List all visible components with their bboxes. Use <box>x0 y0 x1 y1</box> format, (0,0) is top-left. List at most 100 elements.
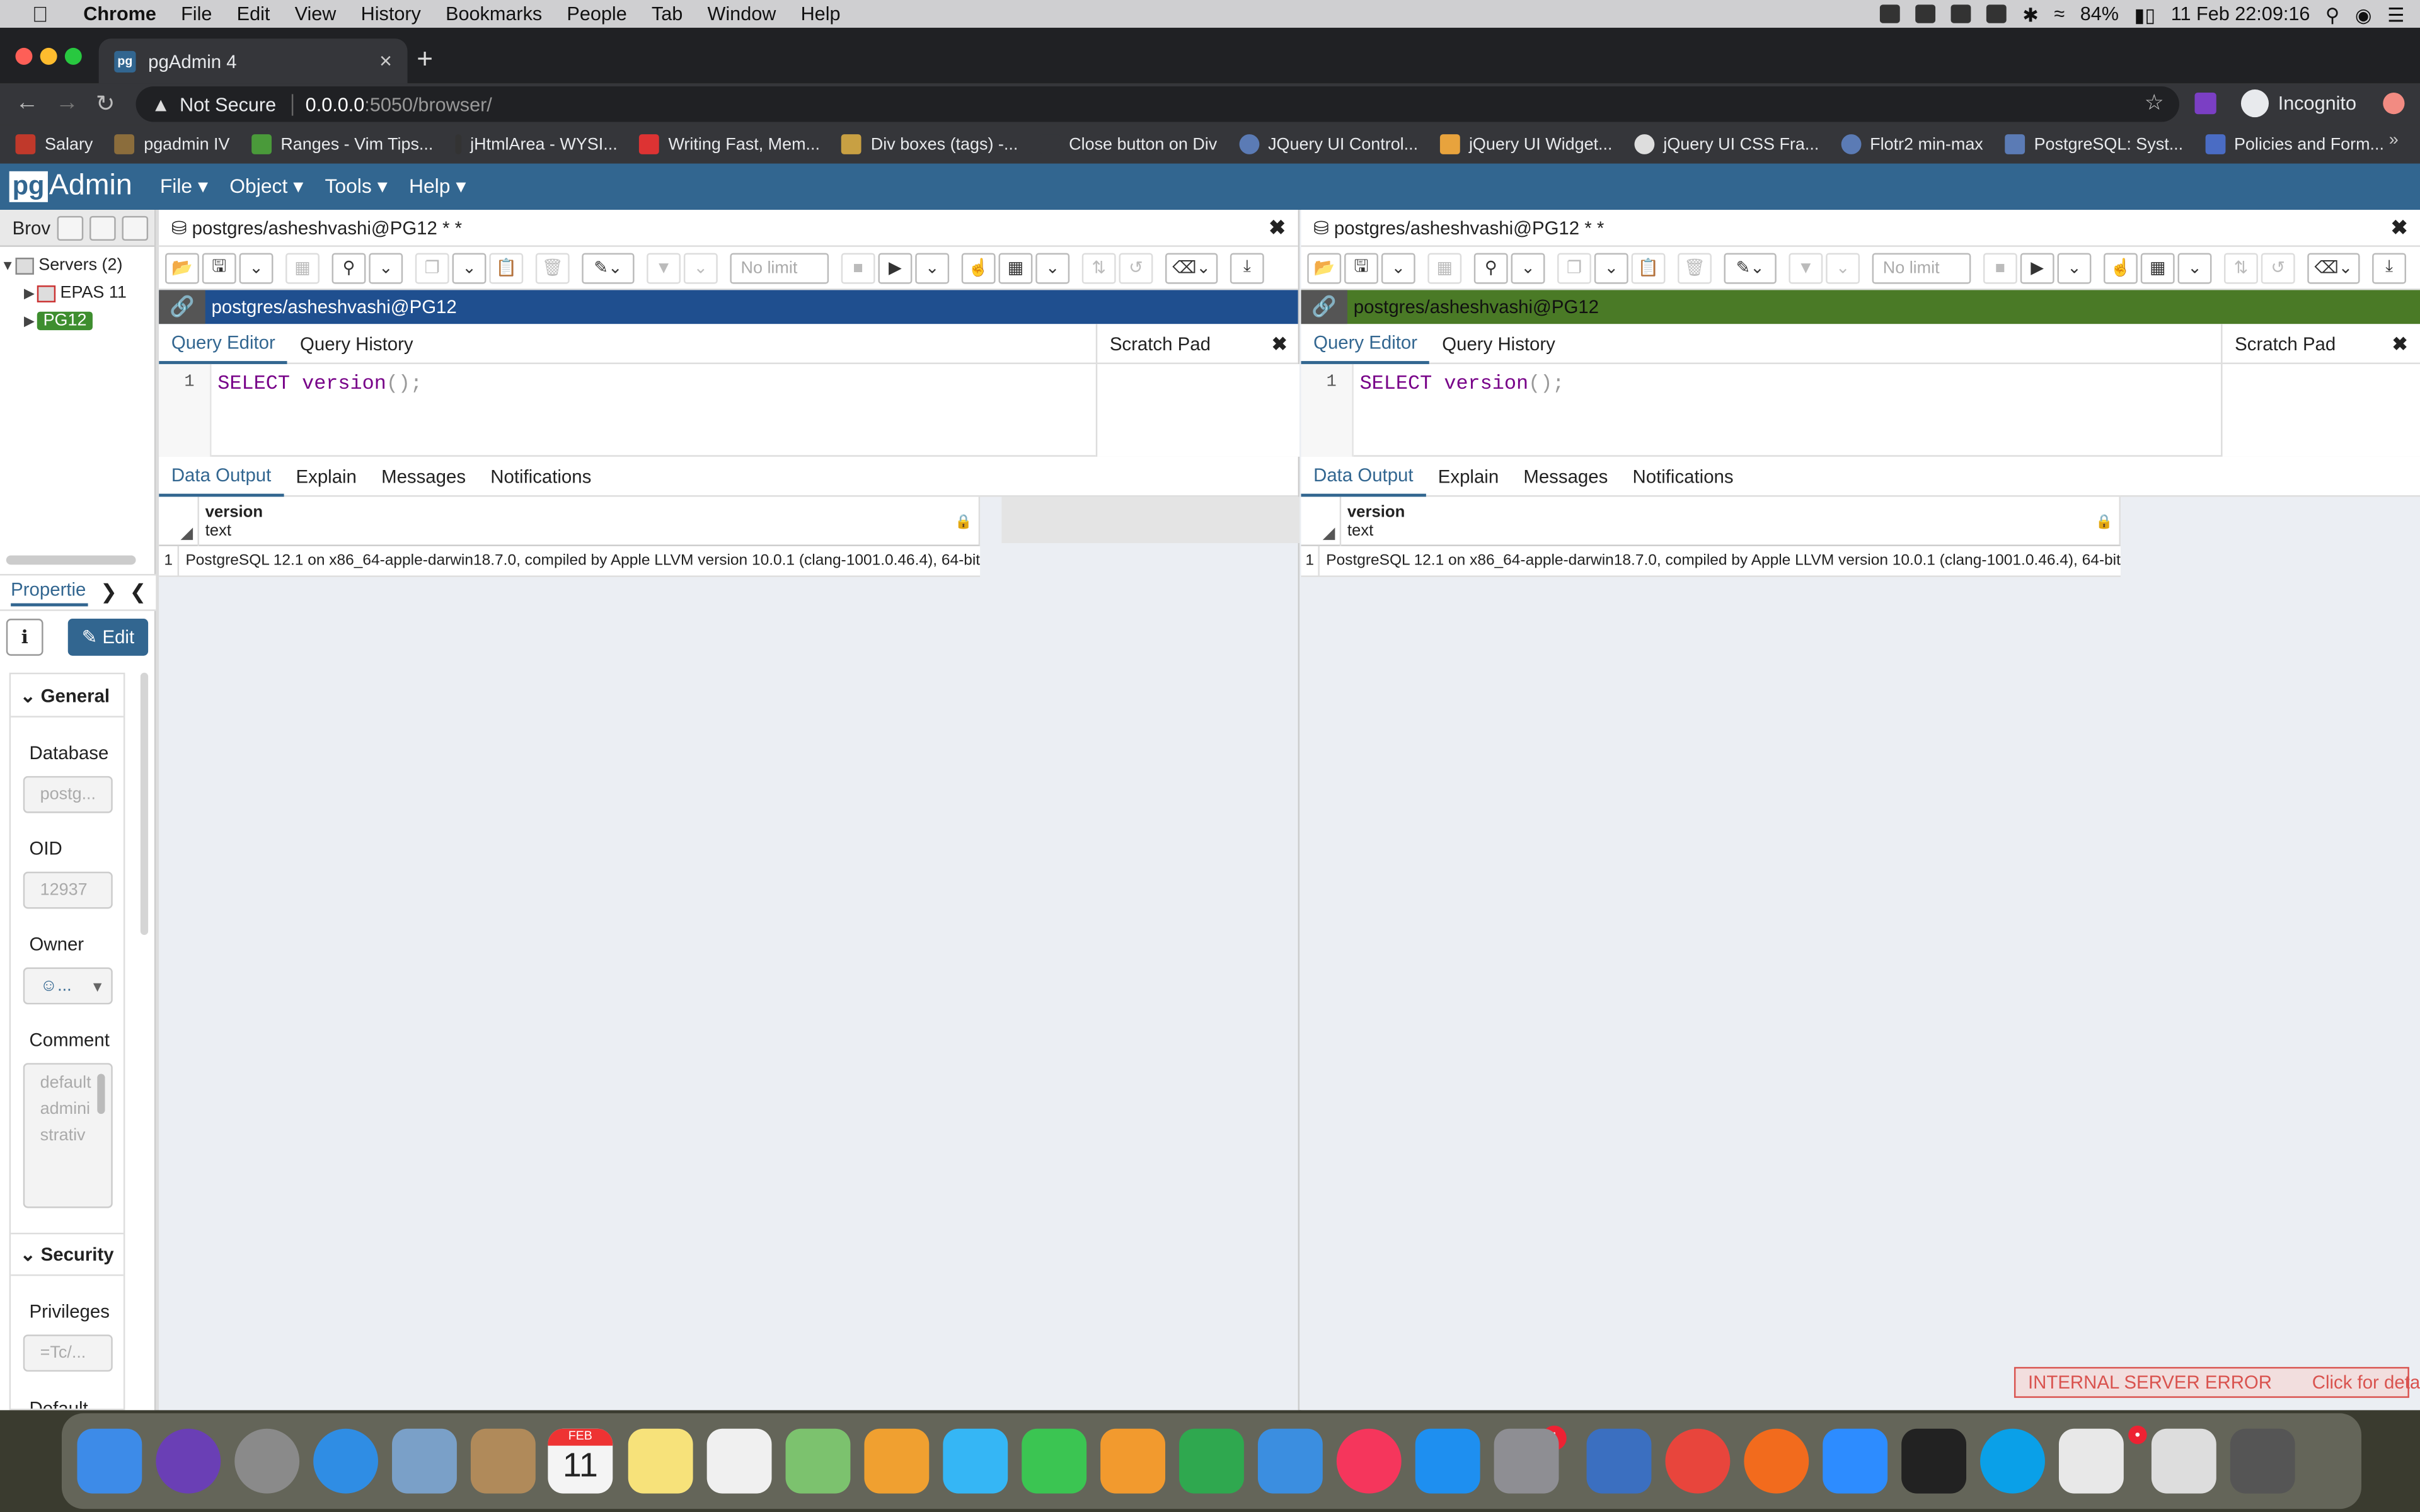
bookmark-item[interactable]: Div boxes (tags) -... <box>841 134 1018 154</box>
battery-icon[interactable]: ▮▯ <box>2135 3 2156 26</box>
facetime-icon[interactable] <box>1022 1428 1087 1494</box>
find-icon[interactable]: ⚲ <box>331 252 366 284</box>
pages-icon[interactable] <box>1100 1428 1165 1494</box>
menu-help[interactable]: Help <box>788 3 853 25</box>
trash-icon[interactable] <box>2230 1428 2295 1494</box>
scratch-pad-title[interactable]: Scratch Pad <box>1110 333 1211 355</box>
user-avatar-icon[interactable]: ◉ <box>2355 3 2372 26</box>
cell-version[interactable]: PostgreSQL 12.1 on x86_64-apple-darwin18… <box>180 546 980 576</box>
explain-icon[interactable]: ☝ <box>2103 252 2138 284</box>
maps-icon[interactable] <box>785 1428 851 1494</box>
copy-icon[interactable]: ❐ <box>1557 252 1591 284</box>
properties-vertical-scrollbar[interactable] <box>140 672 149 936</box>
rollback-icon[interactable]: ↺ <box>1119 252 1153 284</box>
close-scratch-icon[interactable]: ✖ <box>1272 333 1288 355</box>
zoom-icon[interactable] <box>1823 1428 1888 1494</box>
scratch-pad-textarea[interactable] <box>2221 364 2420 457</box>
execute-dropdown-icon[interactable]: ⌄ <box>915 252 950 284</box>
pg-menu-help[interactable]: Help ▾ <box>409 175 466 199</box>
copy-icon[interactable]: ❐ <box>415 252 449 284</box>
select-all-corner[interactable] <box>159 496 199 546</box>
save-data-icon[interactable]: ▦ <box>1427 252 1462 284</box>
scratch-pad-title[interactable]: Scratch Pad <box>2235 333 2336 355</box>
explain-dropdown-icon[interactable]: ⌄ <box>2177 252 2212 284</box>
privileges-field[interactable]: =Tc/... <box>23 1334 113 1372</box>
chrome-icon[interactable] <box>1665 1428 1731 1494</box>
bookmark-item[interactable]: Writing Fast, Mem... <box>638 134 820 154</box>
browser-tab[interactable]: Brov <box>13 217 50 238</box>
database-field[interactable]: postg... <box>23 776 113 813</box>
window-close-button[interactable] <box>15 47 33 65</box>
filter-icon[interactable]: ▼ <box>647 252 681 284</box>
download-icon[interactable]: ⤓ <box>1230 252 1264 284</box>
menu-file[interactable]: File <box>169 3 225 25</box>
link-icon[interactable]: 🔗 <box>159 290 205 324</box>
tree-node-servers[interactable]: ▼ Servers (2) <box>0 251 154 279</box>
edit-dropdown-icon[interactable]: ✎⌄ <box>582 252 635 284</box>
server-error-alert[interactable]: INTERNAL SERVER ERROR Click for details. <box>2014 1366 2420 1398</box>
bookmark-item[interactable]: Ranges - Vim Tips... <box>251 134 433 154</box>
firefox-icon[interactable] <box>1744 1428 1809 1494</box>
info-button[interactable]: i <box>6 619 43 656</box>
tab-query-history[interactable]: Query History <box>1430 323 1568 364</box>
pg-menu-object[interactable]: Object ▾ <box>229 175 303 199</box>
copy-dropdown-icon[interactable]: ⌄ <box>1594 252 1628 284</box>
notes-icon[interactable] <box>628 1428 693 1494</box>
paste-icon[interactable]: 📋 <box>1631 252 1666 284</box>
table-icon[interactable] <box>89 215 116 240</box>
save-dropdown-icon[interactable]: ⌄ <box>1381 252 1415 284</box>
skype-icon[interactable] <box>1980 1428 2045 1494</box>
execute-dropdown-icon[interactable]: ⌄ <box>2057 252 2092 284</box>
section-security[interactable]: ⌄ Security <box>11 1232 124 1276</box>
browser-tab-pgadmin[interactable]: pg pgAdmin 4 × <box>98 38 408 84</box>
zoom-tray-icon[interactable] <box>1880 4 1901 23</box>
link-icon[interactable]: 🔗 <box>1301 290 1347 324</box>
sql-code[interactable]: SELECT version(); <box>1360 372 1565 395</box>
tab-explain[interactable]: Explain <box>284 456 369 496</box>
launchpad-icon[interactable] <box>234 1428 300 1494</box>
calendar-icon[interactable]: FEB 11 <box>548 1428 613 1494</box>
extension-icon[interactable] <box>2194 92 2216 115</box>
bookmark-item[interactable]: jHtmlArea - WYSI... <box>454 134 618 154</box>
explain-icon[interactable]: ☝ <box>961 252 996 284</box>
bookmark-star-icon[interactable]: ☆ <box>2145 89 2164 116</box>
bookmark-item[interactable]: Policies and Form... <box>2204 134 2384 154</box>
menu-window[interactable]: Window <box>695 3 788 25</box>
system-preferences-icon[interactable] <box>1494 1428 1559 1494</box>
row-limit-select[interactable]: No limit <box>730 252 829 284</box>
save-data-icon[interactable]: ▦ <box>285 252 320 284</box>
bookmark-item[interactable]: JQuery UI Control... <box>1238 134 1418 154</box>
commit-icon[interactable]: ⇅ <box>1081 252 1116 284</box>
bookmark-item[interactable]: PostgreSQL: Syst... <box>2005 134 2183 154</box>
error-details-link[interactable]: Click for details. <box>2312 1372 2420 1393</box>
close-panel-icon[interactable]: ✖ <box>1269 216 1286 241</box>
bookmark-item[interactable]: Salary <box>15 134 93 154</box>
numbers-icon[interactable] <box>1179 1428 1244 1494</box>
properties-tab[interactable]: Propertie <box>11 578 88 607</box>
pgadmin-logo[interactable]: pg Admin <box>9 169 132 203</box>
tree-node-pg12[interactable]: ▶ PG12 <box>0 307 154 335</box>
tab-messages[interactable]: Messages <box>1511 456 1620 496</box>
row-limit-select[interactable]: No limit <box>1872 252 1971 284</box>
tab-notifications[interactable]: Notifications <box>478 456 604 496</box>
finder-icon[interactable] <box>77 1428 142 1494</box>
check-tray-icon[interactable] <box>1916 4 1937 23</box>
explain-dropdown-icon[interactable]: ⌄ <box>1035 252 1070 284</box>
chevron-left-icon[interactable]: ❮ <box>129 580 146 605</box>
tab-messages[interactable]: Messages <box>369 456 478 496</box>
bookmark-item[interactable]: pgadmin IV <box>114 134 230 154</box>
bookmark-item[interactable]: Close button on Div <box>1039 134 1217 154</box>
copy-dropdown-icon[interactable]: ⌄ <box>452 252 487 284</box>
sql-code[interactable]: SELECT version(); <box>217 372 422 395</box>
menu-bookmarks[interactable]: Bookmarks <box>433 3 554 25</box>
reminders-icon[interactable] <box>706 1428 772 1494</box>
filter-dropdown-icon[interactable]: ⌄ <box>683 252 718 284</box>
select-all-corner[interactable] <box>1301 496 1342 546</box>
tab-query-editor[interactable]: Query Editor <box>1301 323 1430 364</box>
execute-icon[interactable]: ▶ <box>2020 252 2054 284</box>
back-arrow-icon[interactable]: ← <box>15 89 38 116</box>
tree-node-epas[interactable]: ▶ EPAS 11 <box>0 279 154 307</box>
tab-explain[interactable]: Explain <box>1426 456 1511 496</box>
chevron-right-icon[interactable]: ▶ <box>21 285 37 302</box>
spotlight-search-icon[interactable]: ⚲ <box>2325 3 2339 26</box>
